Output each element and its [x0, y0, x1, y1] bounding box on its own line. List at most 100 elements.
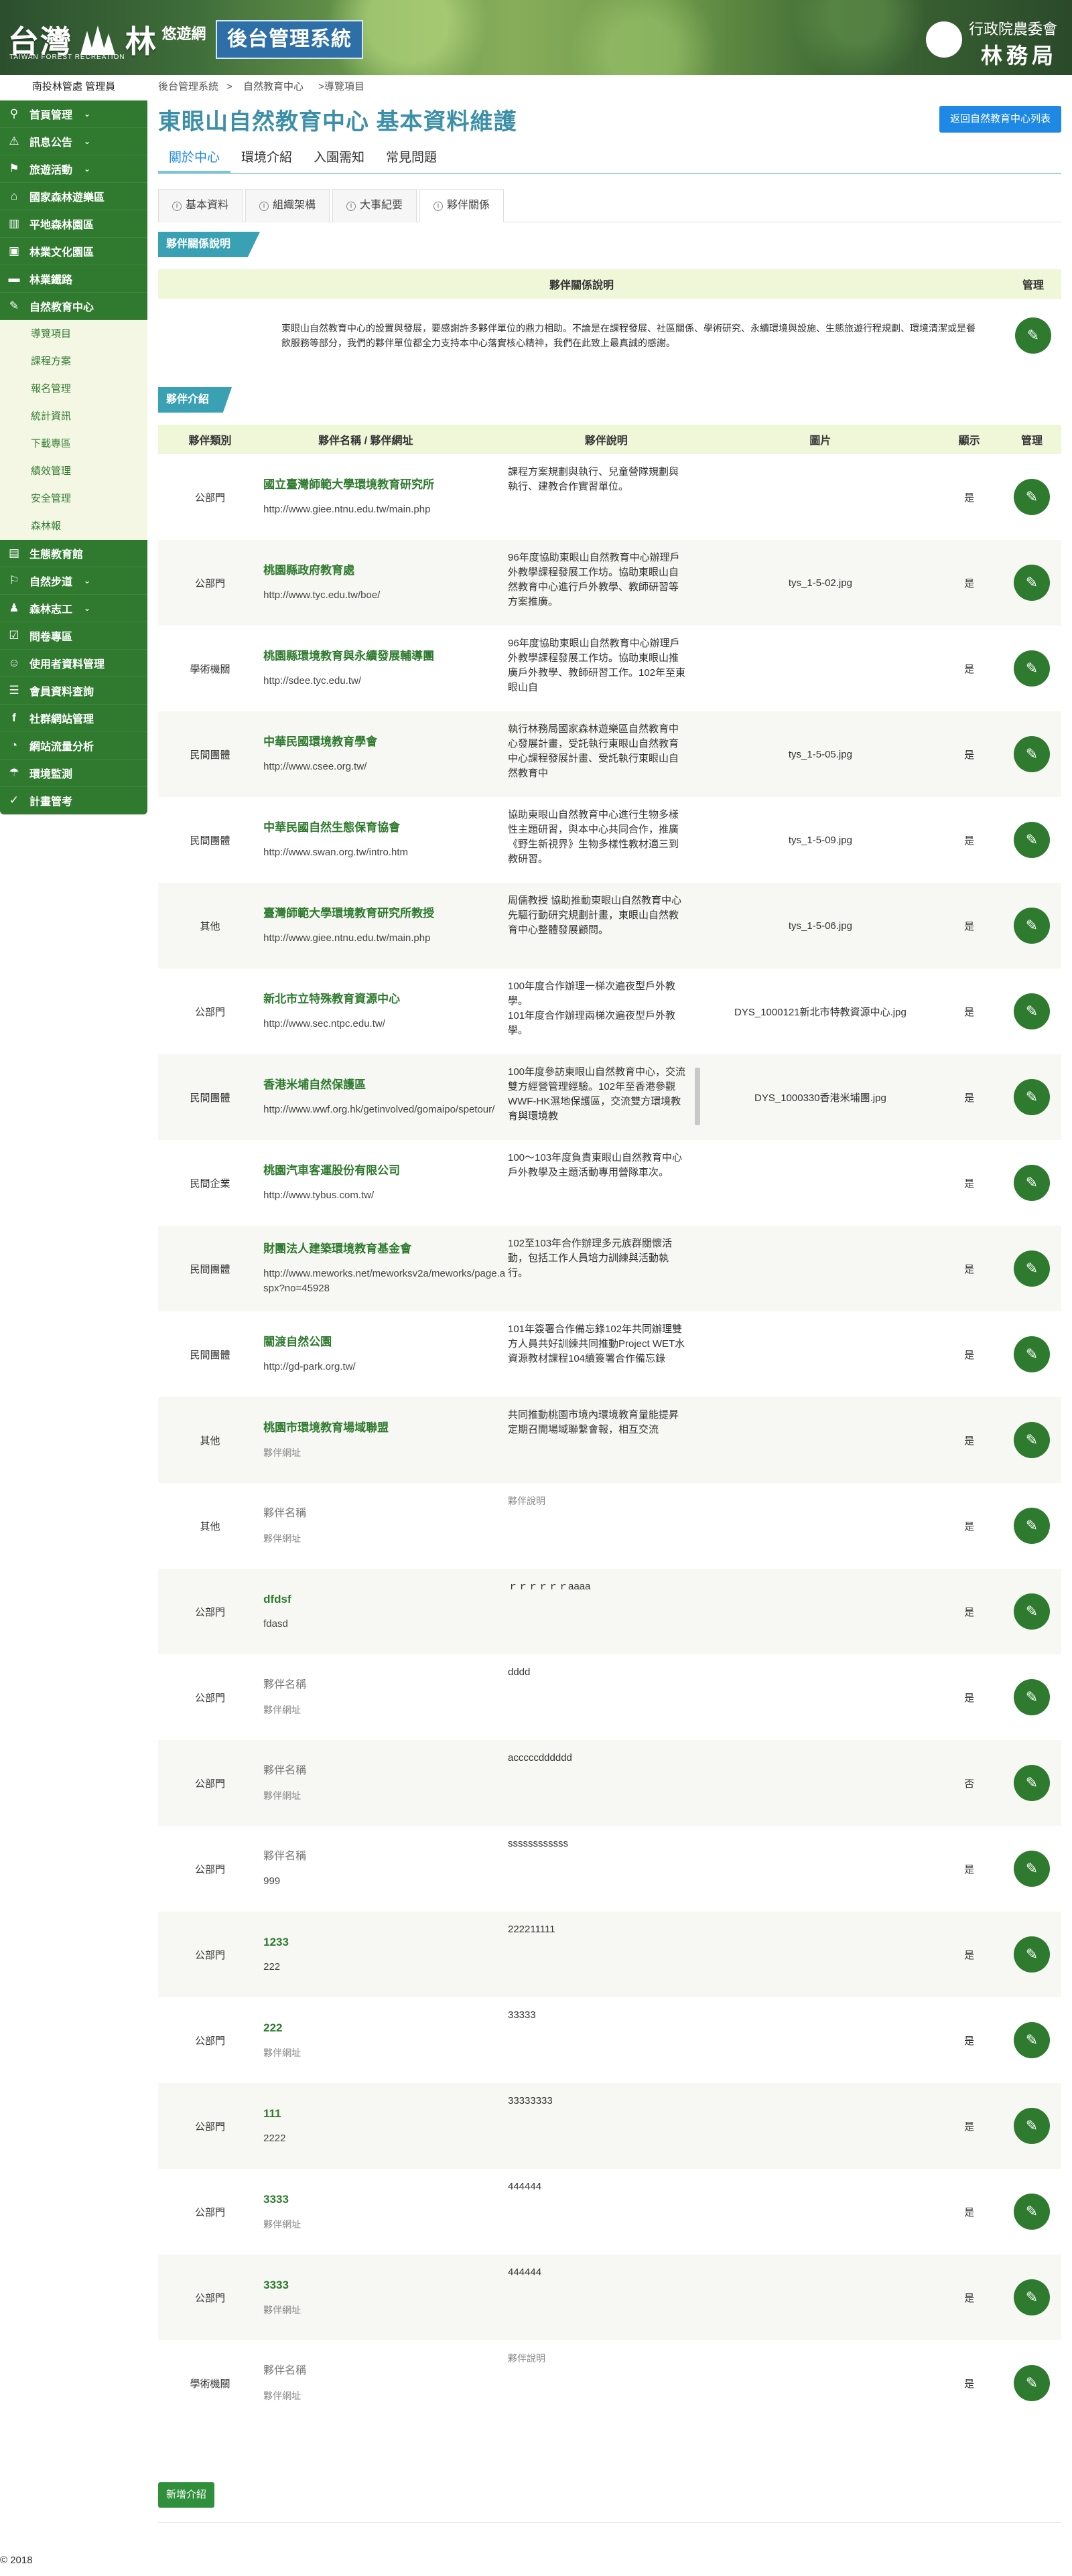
edit-partner-button[interactable]: ✎	[1013, 736, 1050, 772]
sidebar-item[interactable]: ⌂ 國家森林遊樂區	[0, 183, 147, 210]
tab-faq[interactable]: 常見問題	[375, 143, 448, 173]
edit-relation-button[interactable]: ✎	[1015, 317, 1051, 354]
partner-desc[interactable]: ｒｒｒｒｒｒaaaa	[508, 1578, 704, 1645]
partner-type: 公部門	[195, 1949, 226, 1961]
sidebar-item[interactable]: ▬ 林業鐵路	[0, 265, 147, 293]
sidebar-subitem[interactable]: 下載專區	[0, 430, 147, 457]
edit-partner-button[interactable]: ✎	[1013, 1250, 1050, 1287]
edit-partner-button[interactable]: ✎	[1013, 1165, 1050, 1201]
edit-partner-button[interactable]: ✎	[1013, 908, 1050, 944]
subtab-partners[interactable]: i 夥伴關係	[419, 189, 505, 222]
partner-name: 國立臺灣師範大學環境教育研究所	[263, 478, 435, 491]
edit-partner-button[interactable]: ✎	[1013, 565, 1050, 601]
partner-desc[interactable]: 協助東眼山自然教育中心進行生物多樣性主題研習，與本中心共同合作，推廣《野生新視界…	[508, 806, 704, 873]
sidebar-subitem[interactable]: 統計資訊	[0, 403, 147, 430]
partner-url: 夥伴網址	[263, 1705, 302, 1715]
partner-desc[interactable]: ssssssssssss	[508, 1835, 704, 1902]
partner-desc[interactable]: 周儒教授 協助推動東眼山自然教育中心先驅行動研究規劃計畫，東眼山自然教育中心整體…	[508, 892, 704, 959]
partner-desc[interactable]: acccccdddddd	[508, 1749, 704, 1816]
partner-desc[interactable]: 222211111	[508, 1921, 704, 1988]
sidebar-subitem[interactable]: 導覽項目	[0, 320, 147, 348]
partner-name: 3333	[263, 2279, 289, 2291]
col-partner-manage: 管理	[1002, 425, 1061, 454]
edit-partner-button[interactable]: ✎	[1013, 1936, 1050, 1973]
sidebar-item[interactable]: ☂ 環境監測	[0, 760, 147, 787]
edit-partner-button[interactable]: ✎	[1013, 2108, 1050, 2144]
sidebar-item[interactable]: ♟ 森林志工 ⌄	[0, 595, 147, 622]
subtab-organization[interactable]: i 組織架構	[245, 189, 330, 222]
sidebar-item[interactable]: f 社群網站管理	[0, 705, 147, 732]
site-header: 台灣 林 悠遊網 TAIWAN FOREST RECREATION 後台管理系統…	[0, 0, 1072, 75]
edit-partner-button[interactable]: ✎	[1013, 1765, 1050, 1801]
partner-desc[interactable]: dddd	[508, 1664, 704, 1731]
edit-partner-button[interactable]: ✎	[1013, 1851, 1050, 1887]
edit-partner-button[interactable]: ✎	[1013, 2279, 1050, 2315]
partner-desc[interactable]: 96年度協助東眼山自然教育中心辦理戶外教學課程發展工作坊。協助東眼山自然教育中心…	[508, 549, 704, 616]
table-row: 公部門 國立臺灣師範大學環境教育研究所 http://www.giee.ntnu.e…	[158, 454, 1061, 540]
edit-partner-button[interactable]: ✎	[1013, 1079, 1050, 1115]
tab-environment[interactable]: 環境介紹	[230, 143, 303, 173]
partner-desc[interactable]: 課程方案規劃與執行、兒童營隊規劃與執行、建教合作實習單位。	[508, 463, 704, 530]
sidebar-subitem[interactable]: 課程方案	[0, 348, 147, 375]
sidebar-subitem[interactable]: 報名管理	[0, 375, 147, 403]
sidebar-item[interactable]: ▥ 平地森林園區	[0, 210, 147, 238]
edit-partner-button[interactable]: ✎	[1013, 479, 1050, 515]
tab-about[interactable]: 關於中心	[158, 143, 231, 173]
breadcrumb-item[interactable]: 後台管理系統	[158, 81, 218, 92]
subtab-milestones[interactable]: i 大事紀要	[332, 189, 417, 222]
sidebar-item[interactable]: ▤ 生態教育館	[0, 540, 147, 567]
edit-partner-button[interactable]: ✎	[1013, 2365, 1050, 2401]
edit-partner-button[interactable]: ✎	[1013, 2022, 1050, 2058]
partner-image-name	[704, 1569, 936, 1654]
add-partner-button[interactable]: 新增介紹	[158, 2482, 215, 2508]
edit-partner-button[interactable]: ✎	[1013, 1336, 1050, 1372]
partner-desc[interactable]: 444444	[508, 2178, 704, 2245]
partner-desc[interactable]: 執行林務局國家森林遊樂區自然教育中心發展計畫，受託執行東眼山自然教育中心課程發展…	[508, 721, 704, 788]
sidebar-subitem[interactable]: 森林報	[0, 512, 147, 540]
logo-en: TAIWAN FOREST RECREATION	[9, 54, 125, 61]
edit-partner-button[interactable]: ✎	[1013, 1422, 1050, 1458]
sidebar-item[interactable]: ☰ 會員資料查詢	[0, 677, 147, 705]
sidebar-item[interactable]: ⚑ 旅遊活動 ⌄	[0, 155, 147, 183]
sidebar-item[interactable]: ⚲ 首頁管理 ⌄	[0, 100, 147, 128]
col-manage: 管理	[1005, 269, 1061, 299]
sidebar-item[interactable]: ☑ 問卷專區	[0, 622, 147, 650]
partner-desc[interactable]: 96年度協助東眼山自然教育中心辦理戶外教學課程發展工作坊。協助東眼山推廣戶外教學…	[508, 635, 704, 702]
partner-desc[interactable]: 102至103年合作辦理多元族群關懷活動，包括工作人員培力訓練與活動執行。	[508, 1235, 704, 1302]
edit-partner-button[interactable]: ✎	[1013, 822, 1050, 858]
chevron-down-icon: ⌄	[84, 576, 91, 585]
edit-partner-button[interactable]: ✎	[1013, 993, 1050, 1029]
partner-desc[interactable]: 101年簽署合作備忘錄102年共同辦理雙方人員共好訓練共同推動Project W…	[508, 1321, 704, 1388]
back-to-list-button[interactable]: 返回自然教育中心列表	[939, 106, 1061, 133]
edit-partner-button[interactable]: ✎	[1013, 650, 1050, 687]
sidebar-item-label: 訊息公告	[29, 137, 73, 149]
partner-desc[interactable]: 100年度參訪東眼山自然教育中心，交流雙方經營管理經驗。102年至香港參觀WWF…	[508, 1064, 704, 1131]
sidebar-item[interactable]: ✎ 自然教育中心 ⌄	[0, 293, 147, 320]
partner-desc[interactable]: 共同推動桃園市境內環境教育量能提昇定期召開場域聯繫會報，相互交流	[508, 1407, 704, 1474]
sidebar-item[interactable]: ◔ 網站流量分析	[0, 732, 147, 760]
sidebar-item[interactable]: ⚠ 訊息公告 ⌄	[0, 128, 147, 155]
sidebar-item[interactable]: ⚐ 自然步道 ⌄	[0, 567, 147, 595]
partner-desc[interactable]: 夥伴說明	[508, 2350, 704, 2417]
partner-name: 桃園汽車客運股份有限公司	[263, 1164, 401, 1177]
edit-partner-button[interactable]: ✎	[1013, 1508, 1050, 1544]
edit-partner-button[interactable]: ✎	[1013, 1679, 1050, 1715]
partner-desc[interactable]: 444444	[508, 2264, 704, 2331]
site-logo[interactable]: 台灣 林 悠遊網 TAIWAN FOREST RECREATION	[8, 17, 206, 62]
partner-desc[interactable]: 夥伴說明	[508, 1492, 704, 1559]
table-row: 民間團體 財團法人建築環境教育基金會 http://www.meworks.net/…	[158, 1226, 1061, 1311]
partner-desc[interactable]: 33333	[508, 2007, 704, 2074]
subtab-basic[interactable]: i 基本資料	[158, 189, 243, 222]
sidebar-subitem[interactable]: 安全管理	[0, 485, 147, 512]
breadcrumb-item[interactable]: 自然教育中心	[243, 81, 304, 92]
partner-desc[interactable]: 100～103年度負責東眼山自然教育中心戶外教學及主題活動專用營隊車次。	[508, 1149, 704, 1216]
edit-partner-button[interactable]: ✎	[1013, 2194, 1050, 2230]
partner-desc[interactable]: 33333333	[508, 2092, 704, 2159]
sidebar-item[interactable]: ✓ 計畫管考	[0, 787, 147, 814]
edit-partner-button[interactable]: ✎	[1013, 1593, 1050, 1630]
sidebar-item[interactable]: ☺ 使用者資料管理	[0, 650, 147, 677]
sidebar-subitem[interactable]: 績效管理	[0, 457, 147, 485]
tab-entry-notice[interactable]: 入園需知	[303, 143, 375, 173]
sidebar-item[interactable]: ▣ 林業文化園區	[0, 238, 147, 265]
partner-desc[interactable]: 100年度合作辦理一梯次遍夜型戶外教學。 101年度合作辦理兩梯次遍夜型戶外教學…	[508, 978, 704, 1045]
